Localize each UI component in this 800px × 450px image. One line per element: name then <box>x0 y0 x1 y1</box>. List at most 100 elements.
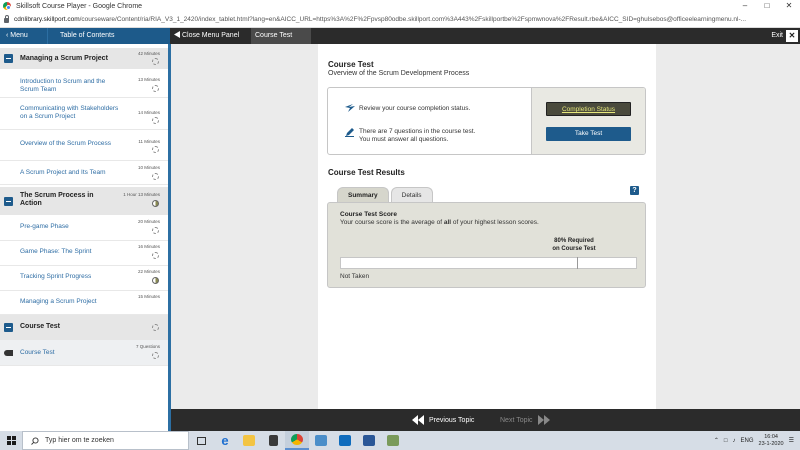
clock[interactable]: 16:04 23-1-2020 <box>759 434 784 448</box>
lesson-duration: 22 Minutes <box>137 269 160 274</box>
network-icon[interactable]: □ <box>724 438 728 444</box>
course-test-tab[interactable]: Course Test <box>251 28 311 44</box>
lesson-duration: 13 Minutes <box>137 77 160 82</box>
checkmark-icon <box>345 104 355 112</box>
url-field[interactable]: cdnlibrary.skillport.com/courseware/Cont… <box>14 16 799 23</box>
topic-navigation-bar: Previous Topic Next Topic <box>171 409 800 431</box>
take-test-button[interactable]: Take Test <box>546 127 631 141</box>
browser-title-bar: Skillsoft Course Player - Google Chrome … <box>0 0 800 12</box>
double-right-arrow-icon <box>537 415 550 425</box>
lesson-item[interactable]: Tracking Sprint Progress 22 Minutes <box>0 266 168 291</box>
url-path: /courseware/Content/ria/RIA_V3_1_2420/in… <box>79 16 747 23</box>
task-view-button[interactable] <box>189 431 213 450</box>
outlook-app[interactable] <box>333 431 357 450</box>
exit-button[interactable]: Exit ✕ <box>771 28 798 44</box>
lesson-title: Communicating with Stakeholders on a Scr… <box>20 105 119 120</box>
lesson-duration: 10 Minutes <box>137 165 160 170</box>
lesson-item[interactable]: Pre-game Phase 20 Minutes <box>0 216 168 241</box>
table-of-contents-tab[interactable]: Table of Contents <box>47 28 170 44</box>
lesson-duration: 11 Minutes <box>138 139 160 144</box>
windows-taskbar: Typ hier om te zoeken e ⌃ □ ♪ ENG 16:04 … <box>0 431 800 450</box>
collapse-icon[interactable] <box>4 197 13 206</box>
lesson-item[interactable]: Course Test 7 Questions <box>0 340 168 366</box>
exit-label: Exit <box>771 32 783 39</box>
results-summary-panel: Course Test Score Your course score is t… <box>327 202 646 288</box>
progress-icon <box>152 146 159 153</box>
calculator-app[interactable] <box>261 431 285 450</box>
lock-icon[interactable] <box>4 15 9 23</box>
previous-topic-button[interactable]: Previous Topic <box>412 409 474 431</box>
module-title: The Scrum Process in Action <box>20 192 94 207</box>
lesson-title: Managing a Scrum Project <box>20 298 97 305</box>
module-header[interactable]: Managing a Scrum Project 42 Minutes <box>0 48 168 69</box>
score-description: Your course score is the average of all … <box>340 219 539 226</box>
status-panel: Review your course completion status. Th… <box>327 87 646 155</box>
actions-panel: Completion Status Take Test <box>531 88 645 154</box>
lesson-title: Game Phase: The Sprint <box>20 248 92 255</box>
required-threshold-marker <box>577 257 578 269</box>
results-tabs: Summary Details <box>337 187 433 202</box>
course-test-page: Course Test Overview of the Scrum Develo… <box>318 44 656 409</box>
tab-summary[interactable]: Summary <box>337 187 389 202</box>
progress-icon <box>152 200 159 207</box>
previous-topic-label: Previous Topic <box>429 416 475 424</box>
lesson-item[interactable]: Overview of the Scrum Process 11 Minutes <box>0 135 168 161</box>
start-button[interactable] <box>0 431 22 450</box>
collapse-icon[interactable] <box>4 54 13 63</box>
lesson-item[interactable]: Game Phase: The Sprint 16 Minutes <box>0 241 168 266</box>
notifications-icon[interactable]: ☰ <box>789 437 794 444</box>
module-header[interactable]: The Scrum Process in Action 1 Hour 13 Mi… <box>0 187 168 215</box>
app-icon-8[interactable] <box>381 431 405 450</box>
volume-icon[interactable]: ♪ <box>733 438 736 444</box>
window-controls: – □ ✕ <box>734 0 800 12</box>
lesson-item[interactable]: Introduction to Scrum and the Scrum Team… <box>0 72 168 98</box>
taskbar-search-box[interactable]: Typ hier om te zoeken <box>22 431 189 450</box>
progress-icon <box>152 173 159 180</box>
menu-button[interactable]: ‹ Menu <box>0 28 47 44</box>
word-app[interactable] <box>357 431 381 450</box>
lesson-duration: 15 Minutes <box>137 294 160 299</box>
collapse-icon[interactable] <box>4 323 13 332</box>
completion-status-button[interactable]: Completion Status <box>546 102 631 116</box>
next-topic-button[interactable]: Next Topic <box>500 409 550 431</box>
status-row-text: Review your course completion status. <box>359 105 471 112</box>
module-duration: 42 Minutes <box>137 51 160 56</box>
lesson-duration: 7 Questions <box>135 344 160 349</box>
main-area: Course Test Overview of the Scrum Develo… <box>171 44 800 409</box>
tab-details[interactable]: Details <box>390 187 433 202</box>
edge-app[interactable]: e <box>213 431 237 450</box>
current-location-icon <box>4 350 13 356</box>
app-icon-5[interactable] <box>309 431 333 450</box>
window-title: Skillsoft Course Player - Google Chrome <box>16 2 143 10</box>
chrome-icon <box>291 434 303 445</box>
lesson-item[interactable]: A Scrum Project and Its Team 10 Minutes <box>0 162 168 185</box>
questions-line-1: There are 7 questions in the course test… <box>359 128 476 135</box>
toc-label: Table of Contents <box>60 32 115 39</box>
help-icon[interactable]: ? <box>630 186 639 195</box>
close-icon: ✕ <box>786 30 798 42</box>
file-explorer-app[interactable] <box>237 431 261 450</box>
score-status: Not Taken <box>340 273 370 280</box>
address-bar[interactable]: cdnlibrary.skillport.com/courseware/Cont… <box>0 12 800 28</box>
close-window-icon[interactable]: ✕ <box>778 0 800 12</box>
minimize-icon[interactable]: – <box>734 0 756 12</box>
task-view-icon <box>196 436 206 445</box>
module-title: Course Test <box>20 323 60 330</box>
page-subtitle: Overview of the Scrum Development Proces… <box>328 70 470 77</box>
lesson-item[interactable]: Communicating with Stakeholders on a Scr… <box>0 100 168 130</box>
progress-icon <box>152 85 159 92</box>
page-title: Course Test <box>328 60 374 69</box>
close-menu-panel-button[interactable]: Close Menu Panel <box>174 28 239 44</box>
tray-overflow-icon[interactable]: ⌃ <box>714 437 719 444</box>
chrome-app[interactable] <box>285 431 309 450</box>
double-left-arrow-icon <box>412 415 424 425</box>
progress-icon <box>152 58 159 65</box>
required-line-2: on Course Test <box>552 246 596 252</box>
outlook-icon <box>339 435 351 446</box>
lesson-item[interactable]: Managing a Scrum Project 15 Minutes <box>0 291 168 315</box>
maximize-icon[interactable]: □ <box>756 0 778 12</box>
module-header[interactable]: Course Test <box>0 315 168 340</box>
progress-icon <box>152 117 159 124</box>
language-indicator[interactable]: ENG <box>741 438 754 444</box>
folder-icon <box>243 435 255 446</box>
